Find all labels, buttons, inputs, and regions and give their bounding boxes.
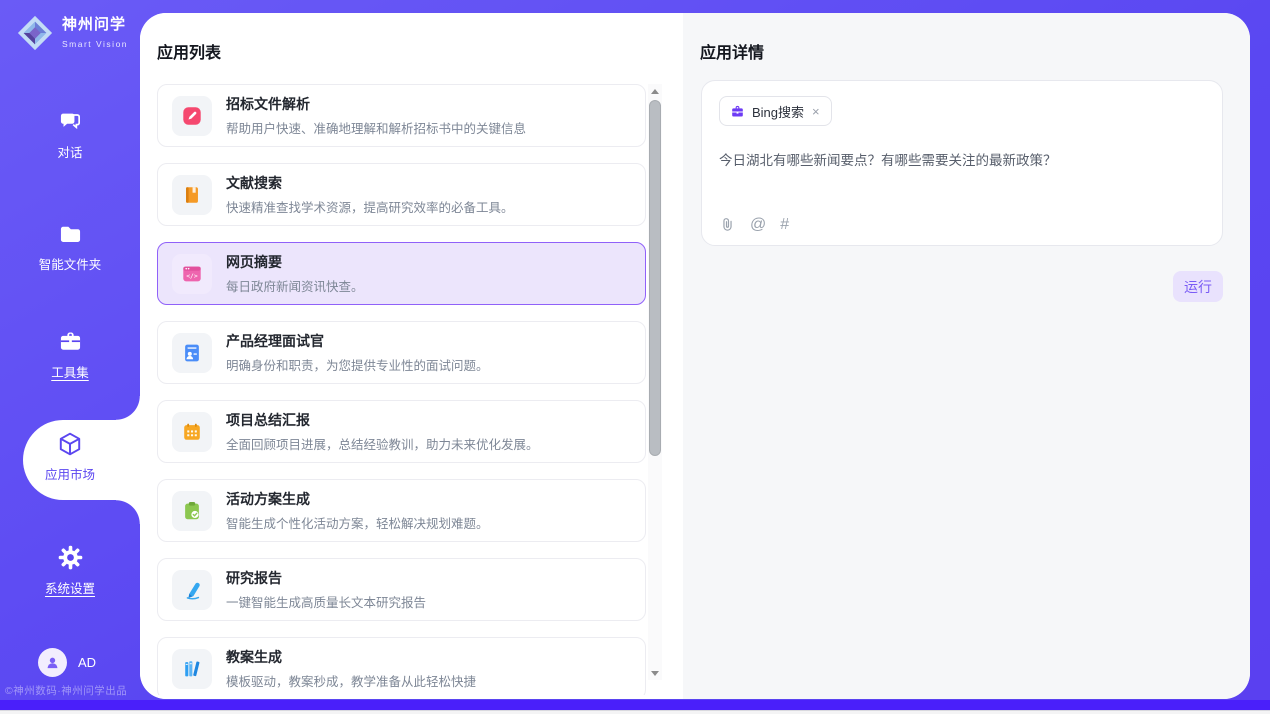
app-list-panel: 应用列表 招标文件解析 帮助用户快速、准确地理解和解析招标书中的关键信息 (140, 13, 683, 699)
scrollbar[interactable] (648, 84, 662, 680)
browser-code-icon: </> (172, 254, 212, 294)
book-icon (172, 175, 212, 215)
brand-subtitle: Smart Vision (62, 39, 128, 49)
app-desc: 帮助用户快速、准确地理解和解析招标书中的关键信息 (226, 118, 526, 137)
sidebar: 神州问学 Smart Vision 对话 智能文件夹 (0, 0, 140, 700)
gear-icon (0, 544, 140, 571)
prompt-card: Bing搜索 × 今日湖北有哪些新闻要点？有哪些需要关注的最新政策？ @ # (701, 80, 1223, 246)
scrollbar-up-button[interactable] (648, 84, 662, 98)
app-desc: 一键智能生成高质量长文本研究报告 (226, 592, 426, 611)
tool-tag-bing-search[interactable]: Bing搜索 × (719, 96, 832, 126)
clipboard-check-icon (172, 491, 212, 531)
cube-icon (0, 431, 140, 457)
bottom-edge-line (0, 710, 1270, 711)
brand-logo: 神州问学 Smart Vision (16, 13, 140, 52)
app-desc: 模板驱动，教案秒成，教学准备从此轻松快捷 (226, 671, 476, 690)
sidebar-item-app-market[interactable]: 应用市场 (0, 431, 140, 483)
app-desc: 智能生成个性化活动方案，轻松解决规划难题。 (226, 513, 489, 532)
svg-text:</>: </> (186, 272, 198, 280)
person-icon (44, 654, 61, 671)
app-desc: 快速精准查找学术资源，提高研究效率的必备工具。 (226, 197, 514, 216)
interviewer-icon (172, 333, 212, 373)
app-detail-panel: 应用详情 Bing搜索 × 今日湖北有哪些新闻要点？有哪些需要关注的最新政策？ (683, 13, 1250, 699)
avatar (38, 648, 67, 677)
tool-tag-label: Bing搜索 (752, 102, 804, 121)
sidebar-item-label: 工具集 (0, 362, 140, 381)
bottom-accent-bar (0, 700, 1270, 710)
list-item-lesson-plan[interactable]: 教案生成 模板驱动，教案秒成，教学准备从此轻松快捷 (157, 637, 646, 695)
app-name: 活动方案生成 (226, 489, 489, 509)
books-icon (172, 649, 212, 689)
list-item-bid-parse[interactable]: 招标文件解析 帮助用户快速、准确地理解和解析招标书中的关键信息 (157, 84, 646, 147)
app-name: 研究报告 (226, 568, 426, 588)
app-name: 项目总结汇报 (226, 410, 539, 430)
sidebar-item-label: 智能文件夹 (0, 254, 140, 273)
app-name: 网页摘要 (226, 252, 364, 272)
app-desc: 每日政府新闻资讯快查。 (226, 276, 364, 295)
triangle-up-icon (651, 89, 659, 94)
app-list: 招标文件解析 帮助用户快速、准确地理解和解析招标书中的关键信息 文献搜索 (157, 84, 646, 695)
at-icon[interactable]: @ (750, 217, 766, 233)
app-name: 产品经理面试官 (226, 331, 489, 351)
sidebar-item-smart-folder[interactable]: 智能文件夹 (0, 220, 140, 273)
sidebar-item-toolset[interactable]: 工具集 (0, 328, 140, 381)
copyright-footer: ©神州数码·神州问学出品 (5, 683, 140, 698)
diamond-prism-icon (16, 14, 54, 52)
hash-icon[interactable]: # (780, 217, 789, 233)
list-item-web-summary[interactable]: </> 网页摘要 每日政府新闻资讯快查。 (157, 242, 646, 305)
paperclip-icon[interactable] (719, 216, 736, 233)
close-icon[interactable]: × (811, 104, 821, 119)
folder-icon (0, 220, 140, 247)
scrollbar-thumb[interactable] (649, 100, 661, 456)
list-item-pm-interviewer[interactable]: 产品经理面试官 明确身份和职责，为您提供专业性的面试问题。 (157, 321, 646, 384)
bubble-curve-top (116, 396, 140, 420)
app-name: 文献搜索 (226, 173, 514, 193)
app-background: 神州问学 Smart Vision 对话 智能文件夹 (0, 0, 1270, 700)
content-sheet: 应用列表 招标文件解析 帮助用户快速、准确地理解和解析招标书中的关键信息 (140, 13, 1250, 699)
bubble-curve-bottom (116, 500, 140, 524)
sidebar-item-label: 系统设置 (0, 578, 140, 597)
composer-toolbar: @ # (719, 216, 789, 233)
list-item-research-report[interactable]: 研究报告 一键智能生成高质量长文本研究报告 (157, 558, 646, 621)
briefcase-icon (730, 104, 745, 119)
user-name: AD (78, 655, 96, 670)
toolbox-icon (0, 328, 140, 355)
brand-name: 神州问学 (62, 16, 126, 33)
app-list-title: 应用列表 (157, 39, 221, 63)
calendar-report-icon (172, 412, 212, 452)
app-desc: 全面回顾项目进展，总结经验教训，助力未来优化发展。 (226, 434, 539, 453)
user-chip[interactable]: AD (38, 648, 96, 677)
sidebar-item-settings[interactable]: 系统设置 (0, 544, 140, 597)
list-item-project-summary[interactable]: 项目总结汇报 全面回顾项目进展，总结经验教训，助力未来优化发展。 (157, 400, 646, 463)
sidebar-item-label: 应用市场 (0, 464, 140, 483)
app-name: 教案生成 (226, 647, 476, 667)
edit-document-icon (172, 96, 212, 136)
chat-icon (0, 108, 140, 135)
triangle-down-icon (651, 671, 659, 676)
list-item-literature-search[interactable]: 文献搜索 快速精准查找学术资源，提高研究效率的必备工具。 (157, 163, 646, 226)
app-name: 招标文件解析 (226, 94, 526, 114)
sidebar-item-label: 对话 (0, 142, 140, 161)
query-input[interactable]: 今日湖北有哪些新闻要点？有哪些需要关注的最新政策？ (719, 151, 1204, 171)
pen-report-icon (172, 570, 212, 610)
app-detail-title: 应用详情 (700, 39, 764, 63)
run-button[interactable]: 运行 (1173, 271, 1223, 302)
sidebar-item-chat[interactable]: 对话 (0, 108, 140, 161)
app-desc: 明确身份和职责，为您提供专业性的面试问题。 (226, 355, 489, 374)
scrollbar-down-button[interactable] (648, 666, 662, 680)
list-item-event-plan[interactable]: 活动方案生成 智能生成个性化活动方案，轻松解决规划难题。 (157, 479, 646, 542)
